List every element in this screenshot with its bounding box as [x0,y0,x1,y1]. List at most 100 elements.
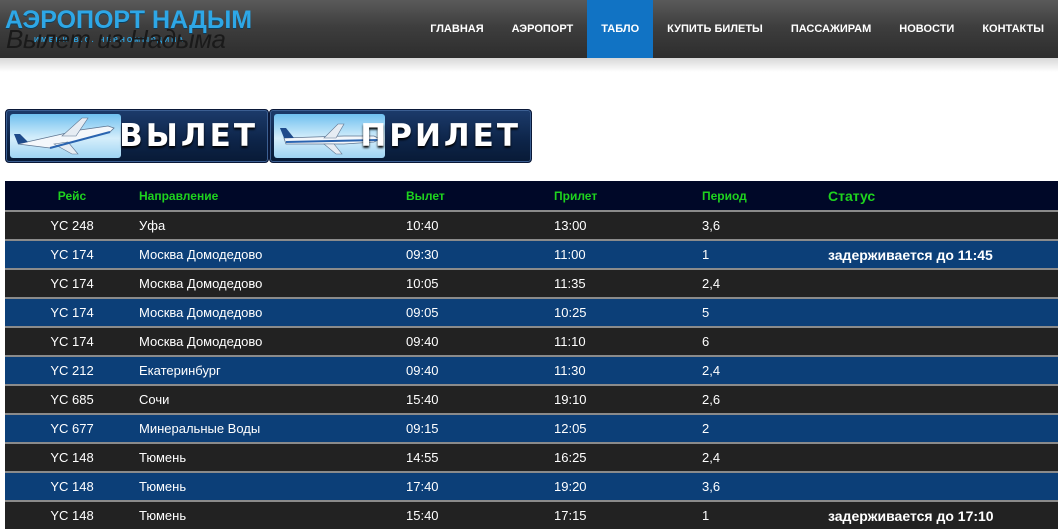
departures-table: Рейс Направление Вылет Прилет Период Ста… [5,181,1058,529]
table-row: YC 148 Тюмень 17:40 19:20 3,6 [5,472,1058,501]
departure-time-cell: 09:40 [406,363,439,378]
destination-cell: Москва Домодедово [139,334,263,349]
table-row: YC 148 Тюмень 14:55 16:25 2,4 [5,443,1058,472]
destination-cell: Тюмень [139,508,187,523]
main-nav: ГЛАВНАЯ АЭРОПОРТ ТАБЛО КУПИТЬ БИЛЕТЫ ПАС… [416,0,1058,58]
arrival-time-cell: 16:25 [554,450,587,465]
destination-cell: Москва Домодедово [139,247,263,262]
departure-time-cell: 15:40 [406,392,439,407]
destination-cell: Тюмень [139,479,187,494]
status-cell [828,298,1058,327]
column-header-arrival: Прилет [554,188,598,203]
departure-tab-label: ВЫЛЕТ [119,118,258,154]
departure-tab-button[interactable]: ВЫЛЕТ [5,109,269,163]
table-row: YC 212 Екатеринбург 09:40 11:30 2,4 [5,356,1058,385]
period-cell: 2 [702,421,710,436]
departure-time-cell: 17:40 [406,479,439,494]
flight-cell: YC 148 [50,479,94,494]
destination-cell: Минеральные Воды [139,421,261,436]
flight-cell: YC 174 [50,247,94,262]
period-cell: 1 [702,247,710,262]
table-row: YC 685 Сочи 15:40 19:10 2,6 [5,385,1058,414]
period-cell: 2,6 [702,392,721,407]
nav-item-buy-tickets[interactable]: КУПИТЬ БИЛЕТЫ [653,0,777,58]
arrival-time-cell: 11:00 [554,247,586,262]
arrival-time-cell: 11:35 [554,276,586,291]
site-header: АЭРОПОРТ НАДЫМ ИМЕНИ В.С. ЧЕРНОМЫРДИНА В… [0,0,1058,58]
destination-cell: Москва Домодедово [139,305,263,320]
column-header-status: Статус [828,187,876,204]
nav-item-contacts[interactable]: КОНТАКТЫ [968,0,1058,58]
table-row: YC 174 Москва Домодедово 09:30 11:00 1 задерж… [5,240,1058,269]
table-header-row: Рейс Направление Вылет Прилет Период Ста… [5,181,1058,211]
column-header-period: Период [702,188,747,203]
status-cell [828,443,1058,472]
period-cell: 2,4 [702,276,721,291]
arrival-tab-label: ПРИЛЕТ [360,118,521,154]
flight-cell: YC 174 [50,334,94,349]
arrival-time-cell: 19:10 [554,392,587,407]
destination-cell: Уфа [139,218,166,233]
destination-cell: Тюмень [139,450,187,465]
column-header-flight: Рейс [57,188,87,203]
flight-cell: YC 212 [50,363,94,378]
table-row: YC 174 Москва Домодедово 10:05 11:35 2,4 [5,269,1058,298]
departure-time-cell: 09:15 [406,421,439,436]
nav-item-passengers[interactable]: ПАССАЖИРАМ [777,0,885,58]
status-cell [828,211,1058,240]
airplane-icon [10,114,121,158]
period-cell: 5 [702,305,710,320]
column-header-destination: Направление [139,188,219,203]
arrival-tab-button[interactable]: ПРИЛЕТ [269,109,532,163]
nav-item-news[interactable]: НОВОСТИ [885,0,968,58]
departure-time-cell: 10:40 [406,218,439,233]
table-row: YC 248 Уфа 10:40 13:00 3,6 [5,211,1058,240]
departure-time-cell: 14:55 [406,450,439,465]
destination-cell: Сочи [139,392,170,407]
arrival-time-cell: 13:00 [554,218,587,233]
destination-cell: Екатеринбург [139,363,221,378]
header-shadow [0,58,1058,72]
status-cell [828,472,1058,501]
period-cell: 3,6 [702,218,721,233]
period-cell: 3,6 [702,479,721,494]
flight-cell: YC 677 [50,421,94,436]
status-cell [828,356,1058,385]
nav-item-board[interactable]: ТАБЛО [587,0,654,58]
period-cell: 2,4 [702,363,721,378]
arrival-time-cell: 17:15 [554,508,587,523]
flight-cell: YC 685 [50,392,94,407]
status-cell: задерживается до 17:10 [828,507,994,524]
flight-cell: YC 174 [50,305,94,320]
destination-cell: Москва Домодедово [139,276,263,291]
departure-time-cell: 10:05 [406,276,439,291]
flight-cell: YC 174 [50,276,94,291]
page-heading: Вылет из Надыма [6,24,226,54]
table-row: YC 174 Москва Домодедово 09:05 10:25 5 [5,298,1058,327]
departure-time-cell: 15:40 [406,508,439,523]
arrival-time-cell: 11:30 [554,363,586,378]
period-cell: 1 [702,508,710,523]
arrival-time-cell: 10:25 [554,305,587,320]
flight-cell: YC 148 [50,450,94,465]
arrival-time-cell: 11:10 [554,334,586,349]
nav-item-home[interactable]: ГЛАВНАЯ [416,0,497,58]
table-row: YC 677 Минеральные Воды 09:15 12:05 2 [5,414,1058,443]
column-header-departure: Вылет [406,188,445,203]
status-cell [828,414,1058,443]
nav-item-airport[interactable]: АЭРОПОРТ [498,0,588,58]
arrival-time-cell: 19:20 [554,479,587,494]
period-cell: 6 [702,334,710,349]
status-cell [828,385,1058,414]
arrival-time-cell: 12:05 [554,421,587,436]
departure-time-cell: 09:05 [406,305,439,320]
flight-cell: YC 248 [50,218,94,233]
table-row: YC 148 Тюмень 15:40 17:15 1 задерживается до … [5,501,1058,529]
table-row: YC 174 Москва Домодедово 09:40 11:10 6 [5,327,1058,356]
period-cell: 2,4 [702,450,721,465]
departure-time-cell: 09:40 [406,334,439,349]
status-cell: задерживается до 11:45 [828,246,993,263]
flight-cell: YC 148 [50,508,94,523]
status-cell [828,327,1058,356]
departure-time-cell: 09:30 [406,247,439,262]
